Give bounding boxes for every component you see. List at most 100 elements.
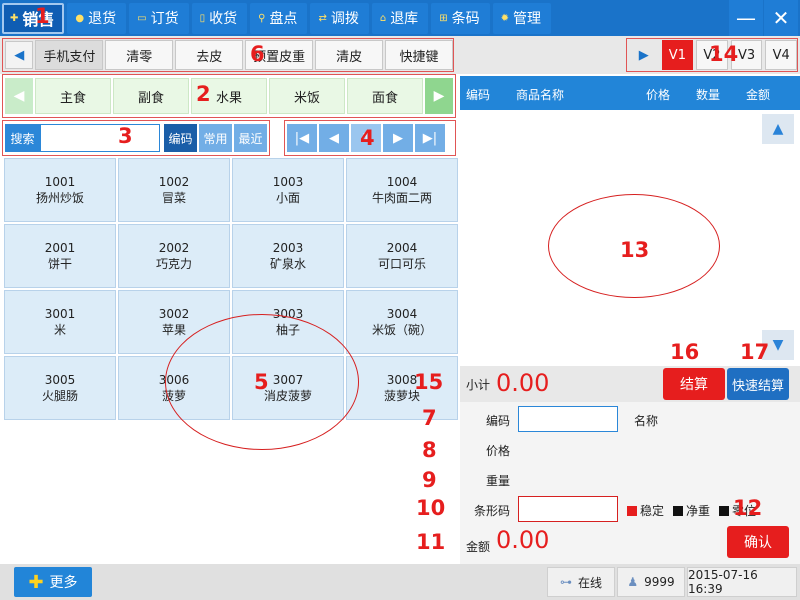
nav-tab-label: 管理 — [512, 11, 541, 27]
toolbar-button-2[interactable]: 去皮 — [175, 40, 244, 70]
nav-tab-7[interactable]: ⊞ 条码 — [431, 2, 490, 34]
view-button-1[interactable]: V1 — [661, 40, 694, 70]
nav-tab-label: 收货 — [209, 11, 238, 27]
first-page-button[interactable]: |◀ — [287, 124, 317, 152]
product-tile[interactable]: 3001 米 — [4, 290, 116, 354]
product-code: 3008 — [386, 373, 418, 387]
product-code: 1002 — [158, 175, 190, 189]
product-tile[interactable]: 1004 牛肉面二两 — [346, 158, 458, 222]
next-page-button[interactable]: ▶ — [383, 124, 413, 152]
gear-icon: ✹ — [500, 12, 509, 24]
datetime-text: 2015-07-16 16:39 — [688, 568, 758, 596]
amount-value: 0.00 — [496, 526, 550, 554]
category-button-4[interactable]: 面食 — [347, 78, 423, 114]
category-prev-button[interactable]: ◀ — [5, 78, 33, 114]
annotation-number-7: 7 — [422, 406, 437, 430]
annotation-number-17: 17 — [740, 340, 770, 364]
product-name: 牛肉面二两 — [371, 191, 432, 205]
user-id: 9999 — [644, 575, 675, 589]
product-code: 3004 — [386, 307, 418, 321]
product-tile[interactable]: 2004 可口可乐 — [346, 224, 458, 288]
search-icon: ⚲ — [258, 12, 266, 24]
product-name: 小面 — [275, 191, 300, 205]
barcode-input[interactable] — [518, 496, 618, 522]
nav-tab-5[interactable]: ⇄ 调拨 — [310, 2, 369, 34]
product-tile[interactable]: 2002 巧克力 — [118, 224, 230, 288]
toolbar-button-0[interactable]: 手机支付 — [35, 40, 104, 70]
minimize-button[interactable]: — — [729, 0, 763, 36]
product-tile[interactable]: 2001 饼干 — [4, 224, 116, 288]
nav-tab-3[interactable]: ▯ 收货 — [191, 2, 248, 34]
prev-page-button[interactable]: ◀ — [319, 124, 349, 152]
col-amount: 金额 — [746, 88, 771, 102]
product-tile[interactable]: 1003 小面 — [232, 158, 344, 222]
home-icon: ⌂ — [379, 12, 387, 24]
search-input[interactable] — [39, 124, 160, 152]
category-button-3[interactable]: 米饭 — [269, 78, 345, 114]
toolbar-prev-button[interactable]: ◀ — [5, 41, 34, 69]
col-code: 编码 — [466, 88, 491, 102]
plus-icon: ✚ — [10, 12, 19, 24]
product-name: 火腿肠 — [41, 389, 78, 403]
search-tab-0[interactable]: 编码 — [163, 124, 197, 152]
name-label: 名称 — [634, 414, 659, 428]
annotation-number-6: 6 — [250, 42, 265, 66]
product-name: 可口可乐 — [377, 257, 426, 271]
product-code: 1003 — [272, 175, 304, 189]
category-button-0[interactable]: 主食 — [35, 78, 111, 114]
annotation-number-4: 4 — [360, 126, 375, 150]
nav-tab-0[interactable]: ✚ 销售 — [2, 2, 65, 34]
function-toolbar: ◀ 手机支付 清零 去皮 预置皮重 清皮 快捷键 ▶ V1 V2 V3 V4 — [0, 36, 800, 74]
grid-icon: ⊞ — [439, 12, 448, 24]
minus-icon: ● — [75, 12, 85, 24]
product-code: 2001 — [44, 241, 76, 255]
toolbar-button-1[interactable]: 清零 — [105, 40, 174, 70]
nav-tab-label: 退货 — [88, 11, 117, 27]
search-tab-1[interactable]: 常用 — [198, 124, 232, 152]
product-name: 米饭（碗） — [371, 323, 432, 337]
product-name: 米 — [53, 323, 66, 337]
swap-icon: ⇄ — [318, 12, 327, 24]
product-tile[interactable]: 3004 米饭（碗） — [346, 290, 458, 354]
more-button[interactable]: ✚ 更多 — [14, 567, 92, 597]
product-code: 3002 — [158, 307, 190, 321]
col-qty: 数量 — [696, 88, 721, 102]
last-page-button[interactable]: ▶| — [415, 124, 445, 152]
product-code: 2004 — [386, 241, 418, 255]
net-indicator-icon — [673, 505, 684, 516]
confirm-button[interactable]: 确认 — [727, 526, 789, 558]
category-bar: ◀ 主食 副食 水果 米饭 面食 ▶ — [2, 74, 456, 118]
category-button-1[interactable]: 副食 — [113, 78, 189, 114]
annotation-number-12: 12 — [733, 496, 763, 520]
toolbar-button-4[interactable]: 清皮 — [315, 40, 384, 70]
category-next-button[interactable]: ▶ — [425, 78, 453, 114]
more-label: 更多 — [49, 575, 78, 591]
toolbar-button-5[interactable]: 快捷键 — [385, 40, 453, 70]
nav-tab-2[interactable]: ▭ 订货 — [129, 2, 189, 34]
nav-tab-1[interactable]: ● 退货 — [67, 2, 127, 34]
product-code: 1004 — [386, 175, 418, 189]
product-name: 冒菜 — [161, 191, 186, 205]
annotation-number-2: 2 — [196, 82, 211, 106]
nav-tab-8[interactable]: ✹ 管理 — [492, 2, 551, 34]
nav-tab-label: 订货 — [150, 11, 179, 27]
product-code: 2002 — [158, 241, 190, 255]
nav-tab-label: 退库 — [390, 11, 419, 27]
view-button-4[interactable]: V4 — [765, 40, 797, 70]
close-button[interactable]: ✕ — [764, 0, 798, 36]
code-input[interactable] — [518, 406, 618, 432]
nav-tab-6[interactable]: ⌂ 退库 — [371, 2, 429, 34]
link-icon: ⊶ — [559, 575, 572, 589]
search-tab-2[interactable]: 最近 — [233, 124, 267, 152]
net-label: 净重 — [686, 504, 711, 518]
product-code: 3001 — [44, 307, 76, 321]
product-tile[interactable]: 1002 冒菜 — [118, 158, 230, 222]
product-tile[interactable]: 3005 火腿肠 — [4, 356, 116, 420]
scroll-up-button[interactable]: ▲ — [762, 114, 794, 144]
product-tile[interactable]: 1001 扬州炒饭 — [4, 158, 116, 222]
nav-tab-4[interactable]: ⚲ 盘点 — [250, 2, 308, 34]
product-tile[interactable]: 2003 矿泉水 — [232, 224, 344, 288]
view-next-button[interactable]: ▶ — [629, 40, 659, 70]
quick-settle-button[interactable]: 快速结算 — [727, 368, 789, 400]
settle-button[interactable]: 结算 — [663, 368, 725, 400]
